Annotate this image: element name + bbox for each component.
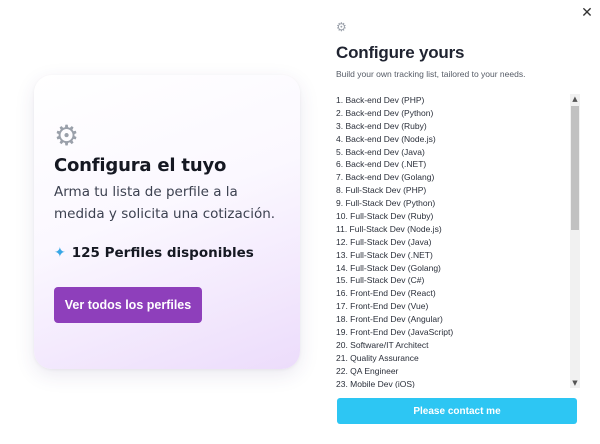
list-item[interactable]: 23. Mobile Dev (iOS)	[336, 378, 566, 388]
panel-title: Configure yours	[336, 43, 465, 62]
list-item[interactable]: 6. Back-end Dev (.NET)	[336, 158, 566, 171]
list-item[interactable]: 14. Full-Stack Dev (Golang)	[336, 262, 566, 275]
contact-button[interactable]: Please contact me	[337, 398, 577, 424]
promo-description: Arma tu lista de perfile a la medida y s…	[54, 184, 276, 222]
profiles-count: ✦ 125 Perfiles disponibles	[54, 245, 254, 261]
gear-icon: ⚙	[54, 119, 80, 152]
list-item[interactable]: 10. Full-Stack Dev (Ruby)	[336, 210, 566, 223]
list-item[interactable]: 7. Back-end Dev (Golang)	[336, 171, 566, 184]
list-item[interactable]: 4. Back-end Dev (Node.js)	[336, 133, 566, 146]
list-item[interactable]: 3. Back-end Dev (Ruby)	[336, 120, 566, 133]
list-item[interactable]: 9. Full-Stack Dev (Python)	[336, 197, 566, 210]
list-item[interactable]: 13. Full-Stack Dev (.NET)	[336, 249, 566, 262]
sparkle-icon: ✦	[54, 245, 66, 261]
list-item[interactable]: 20. Software/IT Architect	[336, 339, 566, 352]
list-item[interactable]: 19. Front-End Dev (JavaScript)	[336, 326, 566, 339]
list-item[interactable]: 17. Front-End Dev (Vue)	[336, 300, 566, 313]
promo-title: Configura el tuyo	[54, 155, 227, 176]
list-scrollbar[interactable]: ▲ ▼	[570, 94, 580, 388]
scroll-thumb[interactable]	[571, 106, 579, 230]
profile-list[interactable]: 1. Back-end Dev (PHP) 2. Back-end Dev (Py…	[334, 94, 580, 388]
list-item[interactable]: 18. Front-End Dev (Angular)	[336, 313, 566, 326]
close-icon[interactable]: ✕	[580, 6, 594, 20]
list-item[interactable]: 15. Full-Stack Dev (C#)	[336, 274, 566, 287]
promo-card: ⚙ Configura el tuyo Arma tu lista de per…	[34, 75, 300, 369]
list-item[interactable]: 21. Quality Assurance	[336, 352, 566, 365]
gear-icon: ⚙	[336, 20, 347, 34]
list-item[interactable]: 22. QA Engineer	[336, 365, 566, 378]
list-item[interactable]: 8. Full-Stack Dev (PHP)	[336, 184, 566, 197]
scroll-down-icon[interactable]: ▼	[570, 378, 580, 388]
list-item[interactable]: 16. Front-End Dev (React)	[336, 287, 566, 300]
view-all-profiles-button[interactable]: Ver todos los perfiles	[54, 287, 202, 323]
list-item[interactable]: 12. Full-Stack Dev (Java)	[336, 236, 566, 249]
profiles-count-label: 125 Perfiles disponibles	[71, 245, 254, 261]
scroll-up-icon[interactable]: ▲	[570, 94, 580, 104]
profile-list-items: 1. Back-end Dev (PHP) 2. Back-end Dev (Py…	[336, 94, 566, 388]
panel-subtitle: Build your own tracking list, tailored t…	[336, 69, 526, 79]
list-item[interactable]: 2. Back-end Dev (Python)	[336, 107, 566, 120]
list-item[interactable]: 11. Full-Stack Dev (Node.js)	[336, 223, 566, 236]
list-item[interactable]: 1. Back-end Dev (PHP)	[336, 94, 566, 107]
list-item[interactable]: 5. Back-end Dev (Java)	[336, 146, 566, 159]
